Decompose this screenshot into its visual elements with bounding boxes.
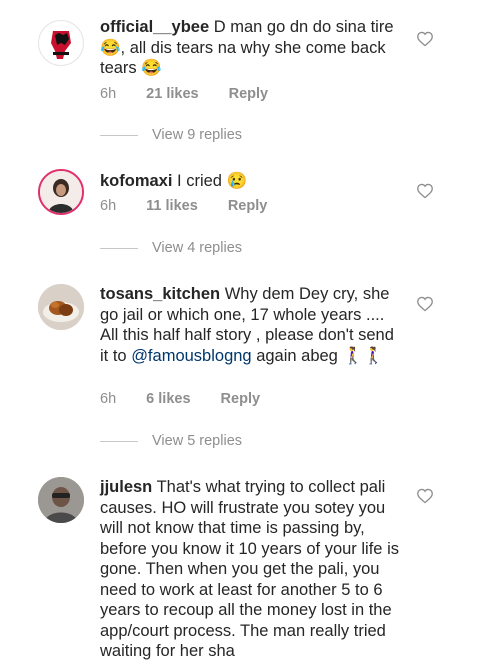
comment-text: jjulesn That's what trying to collect pa… (100, 477, 400, 662)
divider-line (100, 134, 138, 136)
comment-meta: 6h 6 likes Reply (100, 391, 286, 407)
comment-username[interactable]: kofomaxi (100, 172, 172, 190)
comment-text: kofomaxi I cried 😢 (100, 171, 400, 192)
comment-text: tosans_kitchen Why dem Dey cry, she go j… (100, 284, 400, 366)
view-replies-button[interactable]: View 4 replies (100, 240, 350, 256)
comment-meta: 6h 21 likes Reply (100, 86, 294, 102)
divider-line (100, 247, 138, 249)
comment-text: official__ybee D man go dn do sina tire … (100, 17, 400, 79)
avatar[interactable] (38, 477, 84, 523)
comment-body: I cried 😢 (177, 172, 248, 190)
food-dish-icon (38, 284, 84, 330)
avatar[interactable] (38, 284, 84, 330)
view-replies-button[interactable]: View 9 replies (100, 127, 350, 143)
divider-line (100, 440, 138, 442)
comment-likes[interactable]: 11 likes (146, 198, 198, 214)
avatar[interactable] (38, 20, 84, 66)
comment-username[interactable]: jjulesn (100, 478, 152, 496)
comment-username[interactable]: tosans_kitchen (100, 285, 220, 303)
view-replies-label: View 9 replies (152, 127, 243, 143)
reply-button[interactable]: Reply (229, 86, 269, 102)
heart-outline-icon[interactable] (416, 183, 434, 199)
comment-likes[interactable]: 21 likes (146, 86, 198, 102)
comment-body-continued: again abeg 🚶‍♀️🚶‍♀️ (251, 346, 384, 365)
mention-link[interactable]: @famousblogng (131, 347, 251, 365)
profile-photo-icon (38, 477, 84, 523)
comment-meta: 6h 11 likes Reply (100, 198, 293, 214)
reply-button[interactable]: Reply (221, 391, 261, 407)
raised-fist-logo-icon (41, 23, 81, 63)
comment-likes[interactable]: 6 likes (146, 391, 190, 407)
heart-outline-icon[interactable] (416, 296, 434, 312)
view-replies-label: View 4 replies (152, 240, 243, 256)
view-replies-label: View 5 replies (152, 433, 243, 449)
comment-username[interactable]: official__ybee (100, 18, 209, 36)
comment-time: 6h (100, 86, 117, 102)
heart-outline-icon[interactable] (416, 31, 434, 47)
comment-body: That's what trying to collect pali cause… (100, 478, 399, 660)
heart-outline-icon[interactable] (416, 488, 434, 504)
comment-time: 6h (100, 391, 117, 407)
comment-time: 6h (100, 198, 117, 214)
view-replies-button[interactable]: View 5 replies (100, 433, 350, 449)
avatar[interactable] (38, 169, 84, 215)
profile-photo-icon (40, 171, 82, 213)
reply-button[interactable]: Reply (228, 198, 268, 214)
